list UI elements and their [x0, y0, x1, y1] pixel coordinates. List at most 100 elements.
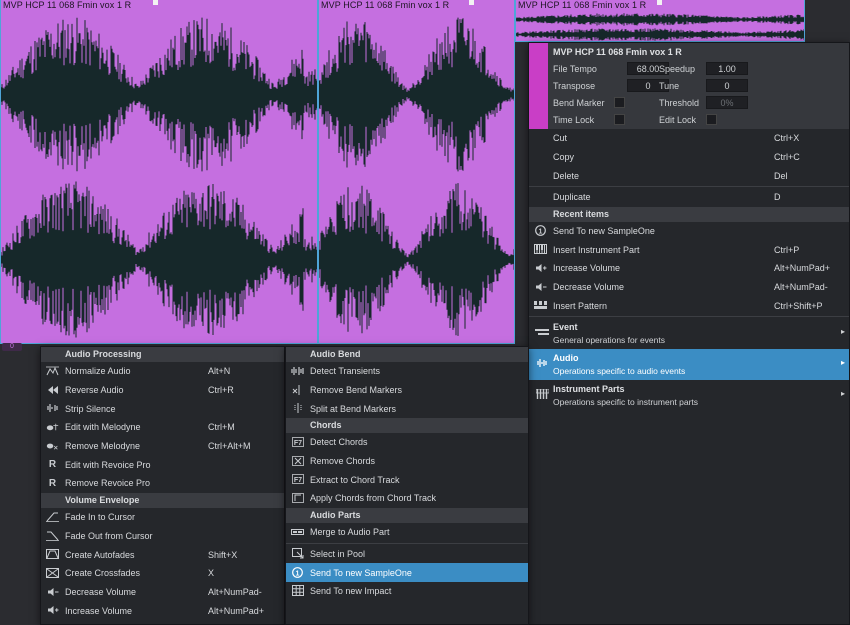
menu-item-edit-with-melodyne[interactable]: Edit with Melodyne Ctrl+M	[41, 418, 284, 437]
waveform-channel	[516, 28, 804, 41]
menu-category-instrument-parts[interactable]: Instrument Parts Operations specific to …	[529, 380, 849, 411]
speedup-field[interactable]: 1.00	[706, 62, 748, 75]
waveform	[516, 13, 804, 41]
menu-item-create-autofades[interactable]: Create Autofades Shift+X	[41, 545, 284, 564]
recent-item-insert-pattern[interactable]: Insert Pattern Ctrl+Shift+P	[529, 297, 849, 316]
menu-separator	[529, 186, 849, 188]
menu-item-increase-volume[interactable]: Increase Volume Alt+NumPad+	[41, 601, 284, 620]
menu-category-event[interactable]: Event General operations for events ▸	[529, 318, 849, 349]
event-color-swatch[interactable]	[529, 43, 548, 129]
menu-item-reverse-audio[interactable]: Reverse Audio Ctrl+R	[41, 381, 284, 400]
menu-item-label: Merge to Audio Part	[310, 527, 390, 538]
event-handle[interactable]	[153, 0, 158, 5]
menu-item-remove-bend-markers[interactable]: Remove Bend Markers	[286, 381, 528, 400]
menu-item-normalize-audio[interactable]: Normalize Audio Alt+N	[41, 362, 284, 381]
menu-item-apply-chords-from-chord-track[interactable]: Apply Chords from Chord Track	[286, 489, 528, 508]
event-title: MVP HCP 11 068 Fmin vox 1 R	[518, 0, 647, 10]
menu-item-remove-melodyne[interactable]: Remove Melodyne Ctrl+Alt+M	[41, 437, 284, 456]
menu-item-label: Select in Pool	[310, 548, 366, 559]
menu-item-label: Edit with Revoice Pro	[65, 459, 151, 470]
menu-item-fade-in-to-cursor[interactable]: Fade In to Cursor	[41, 508, 284, 527]
menu-item-extract-to-chord-track[interactable]: F7 Extract to Chord Track	[286, 470, 528, 489]
menu-item-label: Remove Revoice Pro	[65, 478, 151, 489]
menu-item-merge-to-audio-part[interactable]: Merge to Audio Part	[286, 523, 528, 542]
chevron-right-icon: ▸	[840, 358, 845, 368]
event-inspector-header: MVP HCP 11 068 Fmin vox 1 R File Tempo 6…	[529, 43, 849, 129]
edit-lock-checkbox[interactable]	[706, 114, 717, 125]
menu-item-label: Create Crossfades	[65, 568, 141, 579]
menu-item-duplicate[interactable]: Duplicate D	[529, 188, 849, 207]
chevron-right-icon: ▸	[840, 327, 845, 337]
waveform-channel	[1, 17, 317, 172]
event-handle[interactable]	[657, 0, 662, 5]
melodyne-icon	[46, 421, 59, 433]
bend-marker-checkbox[interactable]	[614, 97, 625, 108]
menu-item-label: Copy	[553, 152, 575, 163]
audio-event[interactable]: MVP HCP 11 068 Fmin vox 1 R	[318, 0, 515, 344]
fade-out-icon	[46, 530, 59, 542]
transients-icon	[291, 365, 304, 377]
recent-item-send-to-sampleone[interactable]: 1 Send To new SampleOne	[529, 222, 849, 241]
menu-item-edit-with-revoice-pro[interactable]: R Edit with Revoice Pro	[41, 455, 284, 474]
menu-item-shortcut: Ctrl+R	[208, 385, 234, 396]
menu-item-label: Remove Chords	[310, 456, 376, 467]
menu-item-remove-revoice-pro[interactable]: R Remove Revoice Pro	[41, 474, 284, 493]
menu-item-fade-out-from-cursor[interactable]: Fade Out from Cursor	[41, 527, 284, 546]
recent-item-increase-volume[interactable]: Increase Volume Alt+NumPad+	[529, 259, 849, 278]
transpose-label: Transpose	[553, 81, 596, 91]
menu-item-detect-transients[interactable]: Detect Transients	[286, 362, 528, 381]
pattern-icon	[534, 300, 547, 312]
audio-processing-header: Audio Processing	[41, 347, 284, 362]
recent-item-insert-instrument-part[interactable]: Insert Instrument Part Ctrl+P	[529, 240, 849, 259]
menu-item-split-at-bend-markers[interactable]: Split at Bend Markers	[286, 399, 528, 418]
threshold-field[interactable]: 0%	[706, 96, 748, 109]
normalize-icon	[46, 365, 59, 377]
menu-item-detect-chords[interactable]: F7 Detect Chords	[286, 433, 528, 452]
instrument-parts-icon	[534, 388, 550, 400]
menu-category-title: Audio	[553, 353, 579, 364]
menu-item-select-in-pool[interactable]: Select in Pool	[286, 545, 528, 564]
menu-item-label: Reverse Audio	[65, 385, 124, 396]
chord-f7-icon: F7	[291, 436, 304, 448]
menu-category-audio[interactable]: Audio Operations specific to audio event…	[529, 349, 849, 381]
audio-event[interactable]: MVP HCP 11 068 Fmin vox 1 R	[515, 0, 805, 42]
audio-event[interactable]: MVP HCP 11 068 Fmin vox 1 R	[0, 0, 318, 344]
svg-text:1: 1	[539, 229, 543, 236]
menu-item-shortcut: Ctrl+M	[208, 422, 235, 433]
audio-bend-header: Audio Bend	[286, 347, 528, 362]
menu-item-label: Increase Volume	[65, 605, 133, 616]
merge-icon	[291, 526, 304, 538]
menu-category-description: Operations specific to instrument parts	[553, 397, 699, 408]
menu-item-label: Edit with Melodyne	[65, 422, 141, 433]
split-bend-icon	[291, 402, 304, 414]
menu-item-strip-silence[interactable]: Strip Silence	[41, 399, 284, 418]
menu-item-shortcut: Del	[774, 170, 788, 181]
menu-item-delete[interactable]: Delete Del	[529, 166, 849, 185]
menu-item-shortcut: Alt+NumPad-	[208, 586, 262, 597]
tune-field[interactable]: 0	[706, 79, 748, 92]
waveform-channel	[319, 183, 514, 336]
menu-item-send-to-new-sampleone[interactable]: 1 Send To new SampleOne	[286, 563, 528, 582]
menu-item-remove-chords[interactable]: Remove Chords	[286, 452, 528, 471]
audio-parts-header: Audio Parts	[286, 507, 528, 523]
sampleone-icon: 1	[534, 225, 547, 237]
autofade-icon	[46, 548, 59, 560]
strip-silence-icon	[46, 402, 59, 414]
menu-item-send-to-new-impact[interactable]: Send To new Impact	[286, 582, 528, 601]
svg-text:F7: F7	[293, 477, 301, 484]
menu-item-decrease-volume[interactable]: Decrease Volume Alt+NumPad-	[41, 583, 284, 602]
menu-item-shortcut: Ctrl+P	[774, 244, 800, 255]
menu-item-cut[interactable]: Cut Ctrl+X	[529, 129, 849, 148]
time-lock-checkbox[interactable]	[614, 114, 625, 125]
recent-item-decrease-volume[interactable]: Decrease Volume Alt+NumPad-	[529, 278, 849, 297]
event-icon	[534, 326, 550, 338]
menu-category-description: General operations for events	[553, 335, 665, 346]
menu-item-create-crossfades[interactable]: Create Crossfades X	[41, 564, 284, 583]
menu-item-label: Cut	[553, 133, 568, 144]
volume-envelope-header: Volume Envelope	[41, 492, 284, 508]
edit-lock-label: Edit Lock	[659, 115, 697, 125]
recent-items-header: Recent items	[529, 206, 849, 222]
menu-item-label: Send To new Impact	[310, 586, 392, 597]
event-handle[interactable]	[469, 0, 474, 5]
menu-item-copy[interactable]: Copy Ctrl+C	[529, 148, 849, 167]
